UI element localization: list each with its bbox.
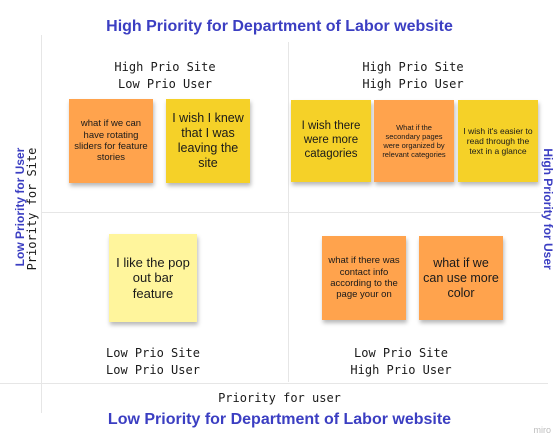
center-horizontal-divider: [41, 212, 541, 213]
miro-watermark: miro: [533, 425, 552, 435]
quadrant-label-bottom-right: Low Prio Site High Prio User: [350, 346, 452, 377]
sticky-text: I wish it's easier to read through the t…: [463, 125, 533, 157]
sticky-note[interactable]: I like the pop out bar feature: [109, 234, 197, 322]
left-axis-line: [41, 35, 42, 413]
sticky-text: what if we can use more color: [423, 255, 499, 300]
x-axis-label: Priority for user: [218, 391, 341, 405]
top-title: High Priority for Department of Labor we…: [106, 18, 453, 35]
sticky-note[interactable]: what if we can use more color: [419, 236, 503, 320]
bottom-axis-line: [0, 383, 548, 384]
sticky-text: I wish I knew that I was leaving the sit…: [172, 111, 244, 170]
sticky-text: I like the pop out bar feature: [116, 254, 190, 301]
quadrant-label-top-left: High Prio Site Low Prio User: [114, 60, 216, 91]
sticky-note[interactable]: what if there was contact info according…: [322, 236, 406, 320]
sticky-note[interactable]: I wish it's easier to read through the t…: [458, 100, 538, 182]
quadrant-label-top-right: High Prio Site High Prio User: [362, 60, 464, 91]
sticky-text: What if the secondary pages were organiz…: [382, 123, 446, 159]
quadrant-label-bottom-left: Low Prio Site Low Prio User: [106, 346, 200, 377]
y-axis-label-text: Priority for Site: [25, 147, 39, 271]
sticky-note[interactable]: I wish there were more catagories: [291, 100, 371, 182]
sticky-note[interactable]: I wish I knew that I was leaving the sit…: [166, 99, 250, 183]
bottom-title: Low Priority for Department of Labor web…: [107, 411, 452, 428]
sticky-note[interactable]: what if we can have rotating sliders for…: [69, 99, 153, 183]
sticky-text: what if there was contact info according…: [328, 255, 400, 301]
sticky-note[interactable]: What if the secondary pages were organiz…: [374, 100, 454, 182]
right-side-title: High Priority for User: [541, 148, 555, 270]
sticky-text: what if we can have rotating sliders for…: [74, 118, 148, 164]
sticky-text: I wish there were more catagories: [301, 120, 361, 160]
y-axis-label: Priority for Site: [23, 129, 41, 289]
